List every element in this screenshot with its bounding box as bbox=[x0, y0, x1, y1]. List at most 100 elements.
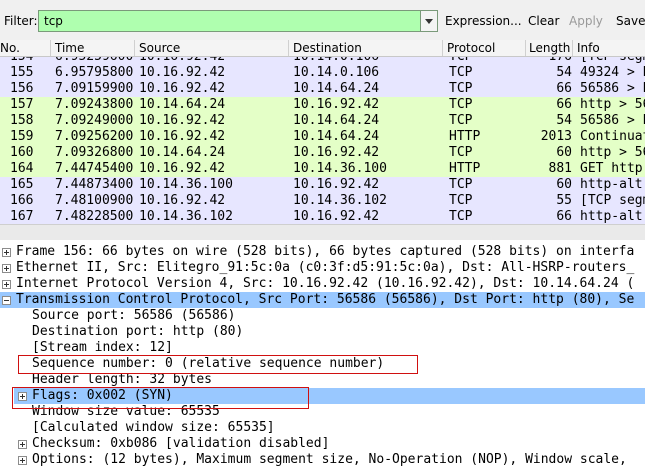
expand-icon[interactable] bbox=[18, 392, 27, 401]
detail-tree-item[interactable]: Source port: 56586 (56586) bbox=[0, 308, 645, 324]
packet-row[interactable]: 166 7.48100900 10.16.92.42 10.14.36.102 TCP 5… bbox=[0, 193, 645, 209]
cell-source: 10.16.92.42 bbox=[139, 161, 226, 176]
column-header-no[interactable]: No. bbox=[0, 41, 20, 55]
packet-row[interactable]: 155 6.95795800 10.16.92.42 10.14.0.106 TCP 54… bbox=[0, 65, 645, 81]
cell-info: http-alt bbox=[580, 209, 643, 224]
detail-tree-item[interactable]: Header length: 32 bytes bbox=[0, 372, 645, 388]
cell-info: http > 56 bbox=[580, 145, 645, 160]
detail-tree-item[interactable]: Options: (12 bytes), Maximum segment siz… bbox=[0, 452, 645, 468]
cell-source: 10.14.36.102 bbox=[139, 209, 233, 224]
cell-destination: 10.16.92.42 bbox=[293, 97, 380, 112]
detail-tree-item[interactable]: [Stream index: 12] bbox=[0, 340, 645, 356]
detail-tree-label: [Stream index: 12] bbox=[32, 340, 173, 355]
cell-length: 60 bbox=[556, 145, 572, 160]
cell-no: 158 bbox=[10, 113, 34, 128]
detail-tree-item[interactable]: Ethernet II, Src: Elitegro_91:5c:0a (c0:… bbox=[0, 260, 645, 276]
cell-source: 10.16.92.42 bbox=[139, 57, 225, 65]
packet-row[interactable]: 158 7.09249000 10.16.92.42 10.14.64.24 TCP 54… bbox=[0, 113, 645, 129]
cell-info: 49324 > h bbox=[580, 65, 645, 80]
expand-icon[interactable] bbox=[2, 264, 11, 273]
cell-no: 156 bbox=[10, 81, 34, 96]
packet-row[interactable]: 164 7.44745400 10.16.92.42 10.14.36.100 HTTP… bbox=[0, 161, 645, 177]
cell-time: 7.09243800 bbox=[55, 97, 134, 112]
filter-label: Filter: bbox=[4, 14, 38, 28]
packet-row[interactable]: 157 7.09243800 10.14.64.24 10.16.92.42 TCP 66… bbox=[0, 97, 645, 113]
column-header-length[interactable]: Length bbox=[529, 41, 570, 55]
detail-tree-item[interactable]: Window size value: 65535 bbox=[0, 404, 645, 420]
cell-destination: 10.16.92.42 bbox=[293, 145, 380, 160]
cell-protocol: TCP bbox=[449, 113, 473, 128]
apply-button[interactable]: Apply bbox=[569, 14, 603, 28]
cell-length: 54 bbox=[556, 113, 572, 128]
cell-no: 157 bbox=[10, 97, 34, 112]
cell-destination: 10.16.92.42 bbox=[293, 177, 380, 192]
detail-tree-label: Frame 156: 66 bytes on wire (528 bits), … bbox=[16, 244, 635, 259]
detail-tree-label: [Calculated window size: 65535] bbox=[32, 420, 275, 435]
column-header-source[interactable]: Source bbox=[139, 41, 180, 55]
expand-icon[interactable] bbox=[18, 456, 27, 465]
detail-tree-label: Internet Protocol Version 4, Src: 10.16.… bbox=[16, 276, 635, 291]
expand-icon[interactable] bbox=[2, 248, 11, 257]
column-header-time[interactable]: Time bbox=[55, 41, 84, 55]
detail-tree-item[interactable]: Flags: 0x002 (SYN) bbox=[14, 388, 645, 404]
collapse-icon[interactable] bbox=[2, 296, 11, 305]
column-header-destination[interactable]: Destination bbox=[293, 41, 362, 55]
cell-destination: 10.14.64.24 bbox=[293, 129, 380, 144]
cell-time: 7.44873400 bbox=[55, 177, 134, 192]
cell-destination: 10.16.92.42 bbox=[293, 209, 380, 224]
cell-no: 166 bbox=[10, 193, 34, 208]
detail-tree-item[interactable]: Sequence number: 0 (relative sequence nu… bbox=[0, 356, 645, 372]
cell-no: 155 bbox=[10, 65, 34, 80]
detail-tree-item[interactable]: Frame 156: 66 bytes on wire (528 bits), … bbox=[0, 244, 645, 260]
cell-protocol: TCP bbox=[449, 209, 473, 224]
packet-row[interactable]: 156 7.09159900 10.16.92.42 10.14.64.24 TCP 66… bbox=[0, 81, 645, 97]
cell-source: 10.16.92.42 bbox=[139, 113, 226, 128]
packet-row[interactable]: 159 7.09256200 10.16.92.42 10.14.64.24 HTTP 2… bbox=[0, 129, 645, 145]
cell-info: Continuat bbox=[580, 129, 645, 144]
detail-tree-label: Flags: 0x002 (SYN) bbox=[32, 388, 173, 403]
cell-info: [TCP segm bbox=[580, 193, 645, 208]
packet-row[interactable]: 165 7.44873400 10.14.36.100 10.16.92.42 TCP 6… bbox=[0, 177, 645, 193]
cell-time: 6.95795800 bbox=[55, 65, 134, 80]
cell-time: 7.09249000 bbox=[55, 113, 134, 128]
detail-tree-item[interactable]: Checksum: 0xb086 [validation disabled] bbox=[0, 436, 645, 452]
expression-button[interactable]: Expression... bbox=[445, 14, 522, 28]
detail-tree-item[interactable]: Destination port: http (80) bbox=[0, 324, 645, 340]
filter-history-dropdown[interactable] bbox=[421, 10, 438, 32]
save-button[interactable]: Save bbox=[616, 14, 645, 28]
detail-tree-label: Options: (12 bytes), Maximum segment siz… bbox=[32, 452, 627, 467]
cell-source: 10.14.64.24 bbox=[139, 97, 226, 112]
display-filter-input[interactable]: tcp bbox=[38, 10, 421, 32]
packet-row[interactable]: 167 7.48228500 10.14.36.102 10.16.92.42 TCP 6… bbox=[0, 209, 645, 224]
expand-icon[interactable] bbox=[18, 440, 27, 449]
detail-tree-label: Transmission Control Protocol, Src Port:… bbox=[16, 292, 635, 307]
cell-info: http > 56 bbox=[580, 97, 645, 112]
packet-row[interactable]: 160 7.09326800 10.14.64.24 10.16.92.42 TCP 60… bbox=[0, 145, 645, 161]
detail-tree-item[interactable]: Internet Protocol Version 4, Src: 10.16.… bbox=[0, 276, 645, 292]
cell-info: http-alt bbox=[580, 177, 643, 192]
packet-list-horizontal-scrollbar[interactable] bbox=[0, 224, 645, 240]
cell-source: 10.16.92.42 bbox=[139, 81, 226, 96]
cell-length: 66 bbox=[556, 209, 572, 224]
detail-tree-item[interactable]: Transmission Control Protocol, Src Port:… bbox=[0, 292, 645, 308]
cell-destination: 10.14.0.106 bbox=[293, 57, 379, 65]
cell-no: 167 bbox=[10, 209, 34, 224]
cell-destination: 10.14.36.102 bbox=[293, 193, 387, 208]
detail-tree-item[interactable]: [Calculated window size: 65535] bbox=[0, 420, 645, 436]
detail-tree-label: Ethernet II, Src: Elitegro_91:5c:0a (c0:… bbox=[16, 260, 635, 275]
cell-info: GET http: bbox=[580, 161, 645, 176]
cell-time: 7.48100900 bbox=[55, 193, 134, 208]
packet-details-pane: Frame 156: 66 bytes on wire (528 bits), … bbox=[0, 244, 645, 473]
expand-icon[interactable] bbox=[2, 280, 11, 289]
clear-button[interactable]: Clear bbox=[528, 14, 559, 28]
cell-length: 60 bbox=[556, 177, 572, 192]
cell-protocol: TCP bbox=[449, 193, 473, 208]
cell-time: 7.09159900 bbox=[55, 81, 134, 96]
cell-no: 160 bbox=[10, 145, 34, 160]
column-header-info[interactable]: Info bbox=[577, 41, 600, 55]
cell-destination: 10.14.36.100 bbox=[293, 161, 387, 176]
detail-tree-label: Destination port: http (80) bbox=[32, 324, 244, 339]
cell-time: 7.09326800 bbox=[55, 145, 134, 160]
packet-row[interactable]: 154 6.95259600 10.16.92.42 10.14.0.106 TCP 17… bbox=[0, 57, 645, 65]
column-header-protocol[interactable]: Protocol bbox=[447, 41, 495, 55]
